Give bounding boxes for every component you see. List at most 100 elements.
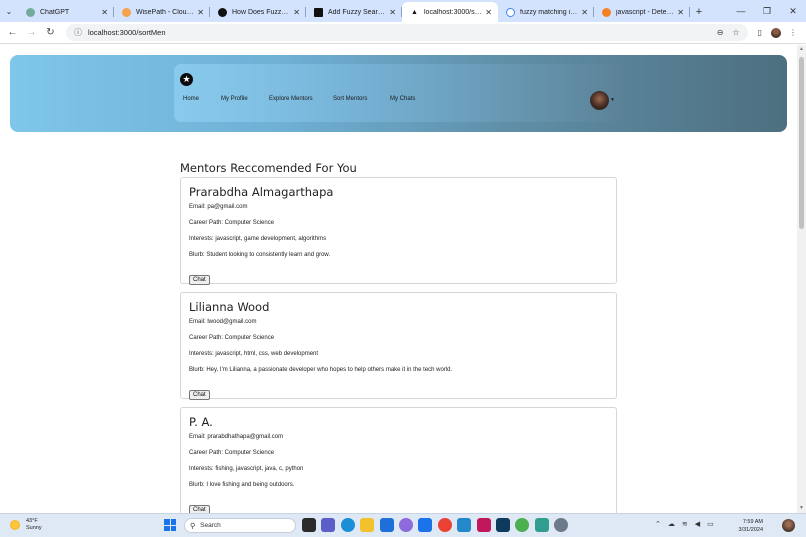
- navbar: ★ Home My Profile Explore Mentors Sort M…: [174, 64, 623, 122]
- site-info-icon[interactable]: ⓘ: [74, 27, 82, 38]
- edge-icon[interactable]: [340, 518, 355, 532]
- header-banner: ★ Home My Profile Explore Mentors Sort M…: [10, 55, 787, 132]
- settings-gear-icon[interactable]: [554, 518, 569, 532]
- tab-label: Add Fuzzy Search to: [328, 8, 386, 16]
- taskbar-apps: [302, 518, 573, 532]
- browser-tab[interactable]: fuzzy matching is it p ✕: [498, 2, 594, 22]
- browser-tab[interactable]: ChatGPT ✕: [18, 2, 114, 22]
- weather-widget[interactable]: 43°F Sunny: [10, 518, 42, 532]
- tab-close-icon[interactable]: ✕: [485, 8, 492, 17]
- new-tab-button[interactable]: +: [690, 2, 708, 22]
- dev-app-icon[interactable]: [495, 518, 510, 532]
- tab-close-icon[interactable]: ✕: [581, 8, 588, 17]
- mentor-interests: Interests: fishing, javascript, java, c,…: [189, 466, 304, 472]
- tab-close-icon[interactable]: ✕: [677, 8, 684, 17]
- scroll-up-arrow-icon[interactable]: ▲: [797, 45, 806, 54]
- side-panel-icon[interactable]: ▯: [758, 28, 762, 37]
- page-title: Mentors Reccomended For You: [180, 161, 357, 175]
- close-window-icon[interactable]: ✕: [780, 0, 806, 22]
- taskbar-search[interactable]: ⚲ Search: [184, 518, 296, 533]
- browser-tab-active[interactable]: ▲ localhost:3000/sortM ✕: [402, 2, 498, 22]
- nav-link-my-chats[interactable]: My Chats: [390, 96, 430, 102]
- tab-label: How Does Fuzzy Ma: [232, 8, 291, 16]
- scroll-down-arrow-icon[interactable]: ▼: [797, 504, 806, 513]
- mentor-email: Email: prarabdhathapa@gmail.com: [189, 434, 284, 440]
- restore-icon[interactable]: ❐: [754, 0, 780, 22]
- tab-close-icon[interactable]: ✕: [389, 8, 396, 17]
- mentor-interests: Interests: javascript, game development,…: [189, 236, 327, 242]
- toolbar-right: ▯ ⋮: [758, 27, 806, 38]
- back-arrow-icon[interactable]: ←: [3, 27, 22, 38]
- mentor-interests: Interests: javascript, html, css, web de…: [189, 351, 319, 357]
- browser-tab-strip: ⌄ ChatGPT ✕ WisePath - Cloud Fi ✕ How Do…: [0, 0, 806, 22]
- address-bar[interactable]: ⓘ localhost:3000/sortMen ⊖ ☆: [65, 24, 748, 41]
- wifi-icon[interactable]: ≋: [682, 520, 688, 528]
- chat-button[interactable]: Chat: [189, 505, 210, 513]
- browser-tab[interactable]: How Does Fuzzy Ma ✕: [210, 2, 306, 22]
- forward-arrow-icon[interactable]: →: [22, 27, 41, 38]
- browser-tab[interactable]: javascript - Detectin ✕: [594, 2, 690, 22]
- search-placeholder: Search: [200, 522, 221, 529]
- search-icon: ⚲: [190, 522, 196, 530]
- chrome-profile-icon[interactable]: [515, 518, 530, 532]
- windows-start-icon[interactable]: [164, 519, 176, 531]
- chevron-down-icon[interactable]: ▼: [610, 97, 615, 103]
- mentor-email: Email: pa@gmail.com: [189, 204, 248, 210]
- browser-tab[interactable]: WisePath - Cloud Fi ✕: [114, 2, 210, 22]
- mentor-card: Prarabdha Almagarthapa Email: pa@gmail.c…: [180, 177, 617, 285]
- intellij-icon[interactable]: [476, 518, 491, 532]
- google-favicon-icon: [506, 7, 515, 17]
- zoom-icon[interactable]: ⊖: [717, 28, 724, 37]
- browser-menu-icon[interactable]: ⋮: [789, 28, 797, 37]
- user-avatar[interactable]: [590, 91, 609, 110]
- reload-icon[interactable]: ↻: [41, 27, 60, 38]
- notification-avatar-icon[interactable]: [782, 519, 795, 532]
- chat-button[interactable]: Chat: [189, 390, 210, 400]
- tab-search-chevron-icon[interactable]: ⌄: [0, 0, 18, 22]
- tab-label: javascript - Detectin: [616, 8, 675, 16]
- stackoverflow-favicon-icon: [602, 7, 611, 17]
- chevron-up-icon[interactable]: ⌃: [655, 520, 661, 528]
- battery-icon[interactable]: ▭: [707, 520, 714, 528]
- star-logo-icon[interactable]: ★: [180, 73, 193, 86]
- minimize-icon[interactable]: —: [728, 0, 754, 22]
- scroll-thumb[interactable]: [799, 57, 804, 229]
- sun-icon: [10, 520, 20, 530]
- nav-link-explore-mentors[interactable]: Explore Mentors: [269, 96, 333, 102]
- teams-icon[interactable]: [321, 518, 336, 532]
- clock-time: 7:59 AM: [742, 519, 763, 525]
- system-tray: ⌃ ☁ ≋ ◀ ▭: [655, 520, 721, 528]
- tab-label: WisePath - Cloud Fi: [136, 8, 195, 16]
- notes-icon[interactable]: [534, 518, 549, 532]
- mentor-blurb: Blurb: Hey, I'm Lilianna, a passionate d…: [189, 367, 453, 373]
- tab-label: ChatGPT: [40, 8, 70, 16]
- bookmark-star-icon[interactable]: ☆: [732, 28, 739, 37]
- cloud-icon[interactable]: ☁: [668, 520, 675, 528]
- triangle-favicon-icon: ▲: [411, 8, 418, 16]
- store-icon[interactable]: [379, 518, 394, 532]
- tab-close-icon[interactable]: ✕: [293, 8, 300, 17]
- tab-close-icon[interactable]: ✕: [197, 8, 204, 17]
- mail-icon[interactable]: [418, 518, 433, 532]
- nav-link-sort-mentors[interactable]: Sort Mentors: [333, 96, 390, 102]
- nav-link-home[interactable]: Home: [183, 96, 221, 102]
- page-viewport: ★ Home My Profile Explore Mentors Sort M…: [0, 45, 797, 513]
- mentor-card: Lilianna Wood Email: lwood@gmail.com Car…: [180, 292, 617, 400]
- browser-tab[interactable]: Add Fuzzy Search to ✕: [306, 2, 402, 22]
- browser-profile-avatar[interactable]: [770, 27, 781, 38]
- windows-taskbar: 43°F Sunny ⚲ Search ⌃ ☁ ≋ ◀ ▭ 7:59 AM 3/…: [0, 513, 806, 537]
- clock[interactable]: 7:59 AM 3/31/2024: [733, 518, 763, 534]
- chat-button[interactable]: Chat: [189, 275, 210, 285]
- page-scrollbar[interactable]: ▲ ▼: [797, 45, 806, 513]
- vscode-icon[interactable]: [457, 518, 472, 532]
- url-text[interactable]: localhost:3000/sortMen: [88, 28, 708, 37]
- task-view-icon[interactable]: [302, 518, 316, 532]
- nav-link-my-profile[interactable]: My Profile: [221, 96, 269, 102]
- browser-toolbar: ← → ↻ ⓘ localhost:3000/sortMen ⊖ ☆ ▯ ⋮: [0, 22, 806, 44]
- file-explorer-icon[interactable]: [360, 518, 375, 532]
- tab-close-icon[interactable]: ✕: [101, 8, 108, 17]
- copilot-icon[interactable]: [398, 518, 413, 532]
- volume-icon[interactable]: ◀: [695, 520, 700, 528]
- chrome-icon[interactable]: [437, 518, 452, 532]
- mentor-blurb: Blurb: I love fishing and being outdoors…: [189, 482, 295, 488]
